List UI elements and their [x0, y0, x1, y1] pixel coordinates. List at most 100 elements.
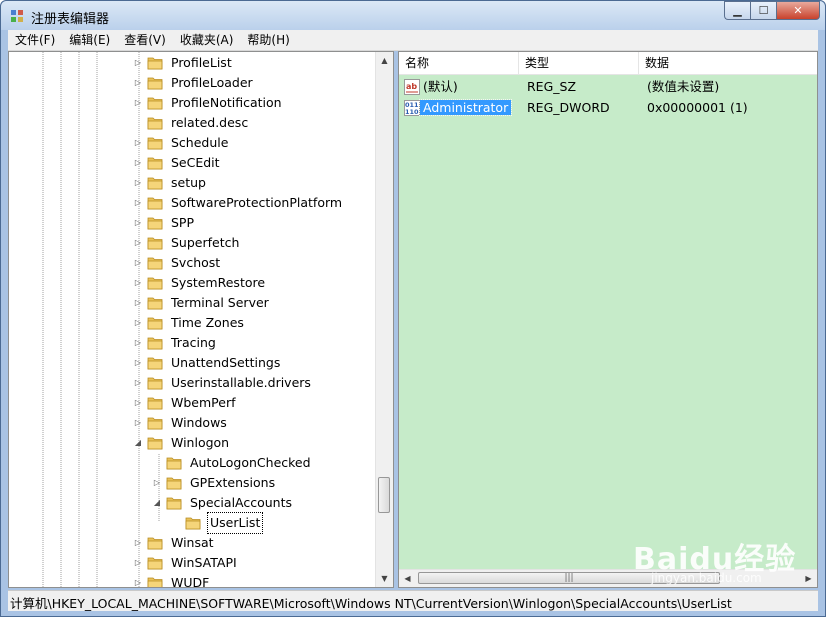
menu-help[interactable]: 帮助(H)	[240, 30, 296, 50]
collapse-arrow-icon[interactable]: ◢	[152, 493, 162, 513]
expand-arrow-icon[interactable]: ▷	[133, 293, 143, 313]
tree-item-label[interactable]: Schedule	[169, 133, 230, 153]
tree-item[interactable]: ▷ Userinstallable.drivers	[133, 373, 313, 393]
tree-item-label[interactable]: UnattendSettings	[169, 353, 282, 373]
tree-item-label[interactable]: ProfileLoader	[169, 73, 255, 93]
tree-item[interactable]: ▷ ProfileList	[133, 53, 234, 73]
tree-item-label[interactable]: WUDF	[169, 573, 211, 587]
scroll-down-icon[interactable]: ▼	[376, 570, 393, 587]
menu-favorites[interactable]: 收藏夹(A)	[173, 30, 241, 50]
tree-item-label[interactable]: Time Zones	[169, 313, 246, 333]
tree-item[interactable]: AutoLogonChecked	[152, 453, 313, 473]
values-list[interactable]: 名称 类型 数据 ab (默认) REG_SZ (数值未设置) 011 110 …	[398, 51, 818, 588]
column-type[interactable]: 类型	[519, 52, 639, 74]
tree-item-label[interactable]: SPP	[169, 213, 196, 233]
scroll-up-icon[interactable]: ▲	[376, 52, 393, 69]
collapse-arrow-icon[interactable]: ◢	[133, 433, 143, 453]
column-name[interactable]: 名称	[399, 52, 519, 74]
tree-item[interactable]: ▷ ProfileLoader	[133, 73, 255, 93]
minimize-button[interactable]: ▁	[724, 1, 750, 20]
tree-item-label[interactable]: Terminal Server	[169, 293, 271, 313]
tree-item[interactable]: related.desc	[133, 113, 250, 133]
tree-item[interactable]: ▷ WbemPerf	[133, 393, 237, 413]
tree-item[interactable]: ▷ Windows	[133, 413, 229, 433]
tree-item[interactable]: ▷ GPExtensions	[152, 473, 277, 493]
menu-edit[interactable]: 编辑(E)	[62, 30, 117, 50]
tree-item-label[interactable]: UserList	[207, 512, 264, 534]
tree-item-label[interactable]: Winsat	[169, 533, 216, 553]
expand-arrow-icon[interactable]: ▷	[133, 233, 143, 253]
tree-item[interactable]: ▷ SystemRestore	[133, 273, 267, 293]
tree-item[interactable]: ▷ Time Zones	[133, 313, 246, 333]
registry-tree[interactable]: ▷ ProfileList ▷ ProfileLoader ▷ ProfileNotifi…	[8, 51, 394, 588]
column-data[interactable]: 数据	[639, 52, 817, 74]
tree-scroll-thumb[interactable]	[378, 477, 390, 513]
tree-item[interactable]: ▷ SPP	[133, 213, 196, 233]
expand-arrow-icon[interactable]: ▷	[133, 393, 143, 413]
tree-item-label[interactable]: SoftwareProtectionPlatform	[169, 193, 344, 213]
expand-arrow-icon[interactable]: ▷	[133, 353, 143, 373]
expand-arrow-icon[interactable]: ▷	[133, 413, 143, 433]
tree-item[interactable]: ▷ ProfileNotification	[133, 93, 284, 113]
expand-arrow-icon[interactable]: ▷	[133, 333, 143, 353]
tree-item-label[interactable]: Svchost	[169, 253, 222, 273]
tree-item[interactable]: ▷ Winsat	[133, 533, 216, 553]
tree-item-label[interactable]: SystemRestore	[169, 273, 267, 293]
list-row[interactable]: 011 110 Administrator REG_DWORD 0x000000…	[399, 98, 817, 118]
expand-arrow-icon[interactable]: ▷	[133, 213, 143, 233]
tree-item-label[interactable]: SeCEdit	[169, 153, 222, 173]
expand-arrow-icon[interactable]: ▷	[133, 133, 143, 153]
tree-item[interactable]: ▷ UnattendSettings	[133, 353, 282, 373]
tree-item-label[interactable]: ProfileList	[169, 53, 234, 73]
expand-arrow-icon[interactable]: ▷	[133, 253, 143, 273]
expand-arrow-icon[interactable]: ▷	[133, 313, 143, 333]
close-button[interactable]: ✕	[776, 1, 820, 20]
maximize-button[interactable]: ☐	[750, 1, 776, 20]
tree-item[interactable]: ◢ SpecialAccounts	[152, 493, 294, 513]
tree-item-label[interactable]: WinSATAPI	[169, 553, 239, 573]
tree-item[interactable]: ▷ WinSATAPI	[133, 553, 239, 573]
tree-item[interactable]: ▷ WUDF	[133, 573, 211, 587]
list-row[interactable]: ab (默认) REG_SZ (数值未设置)	[399, 77, 817, 97]
scroll-right-icon[interactable]: ▶	[800, 570, 817, 587]
expand-arrow-icon[interactable]: ▷	[133, 373, 143, 393]
title-bar[interactable]: 注册表编辑器 ▁ ☐ ✕	[1, 1, 825, 30]
expand-arrow-icon[interactable]: ▷	[133, 553, 143, 573]
expand-arrow-icon[interactable]: ▷	[133, 53, 143, 73]
tree-item-label[interactable]: WbemPerf	[169, 393, 237, 413]
expand-arrow-icon[interactable]: ▷	[133, 153, 143, 173]
expand-arrow-icon[interactable]: ▷	[133, 173, 143, 193]
expand-arrow-icon[interactable]: ▷	[133, 193, 143, 213]
tree-item-label[interactable]: Superfetch	[169, 233, 241, 253]
tree-item-label[interactable]: setup	[169, 173, 208, 193]
expand-arrow-icon[interactable]: ▷	[133, 533, 143, 553]
tree-item[interactable]: ▷ setup	[133, 173, 208, 193]
tree-item-label[interactable]: Winlogon	[169, 433, 231, 453]
expand-arrow-icon[interactable]: ▷	[133, 573, 143, 587]
tree-item-label[interactable]: ProfileNotification	[169, 93, 284, 113]
tree-item[interactable]: UserList	[171, 512, 264, 534]
tree-item-label[interactable]: Tracing	[169, 333, 218, 353]
tree-item-label[interactable]: Userinstallable.drivers	[169, 373, 313, 393]
menu-file[interactable]: 文件(F)	[8, 30, 62, 50]
tree-item-label[interactable]: GPExtensions	[188, 473, 277, 493]
tree-item[interactable]: ▷ Svchost	[133, 253, 222, 273]
tree-item[interactable]: ▷ Tracing	[133, 333, 218, 353]
tree-item[interactable]: ▷ SeCEdit	[133, 153, 222, 173]
expand-arrow-icon[interactable]: ▷	[133, 73, 143, 93]
tree-item-label[interactable]: related.desc	[169, 113, 250, 133]
tree-vertical-scrollbar[interactable]: ▲ ▼	[375, 52, 393, 587]
expand-arrow-icon[interactable]: ▷	[133, 93, 143, 113]
tree-item-label[interactable]: SpecialAccounts	[188, 493, 294, 513]
expand-arrow-icon[interactable]: ▷	[133, 273, 143, 293]
scroll-left-icon[interactable]: ◀	[399, 570, 416, 587]
tree-item[interactable]: ◢ Winlogon	[133, 433, 231, 453]
expand-arrow-icon[interactable]: ▷	[152, 473, 162, 493]
tree-item[interactable]: ▷ Terminal Server	[133, 293, 271, 313]
menu-view[interactable]: 查看(V)	[117, 30, 173, 50]
tree-item[interactable]: ▷ SoftwareProtectionPlatform	[133, 193, 344, 213]
tree-item-label[interactable]: Windows	[169, 413, 229, 433]
tree-item[interactable]: ▷ Schedule	[133, 133, 230, 153]
tree-item[interactable]: ▷ Superfetch	[133, 233, 241, 253]
tree-item-label[interactable]: AutoLogonChecked	[188, 453, 313, 473]
